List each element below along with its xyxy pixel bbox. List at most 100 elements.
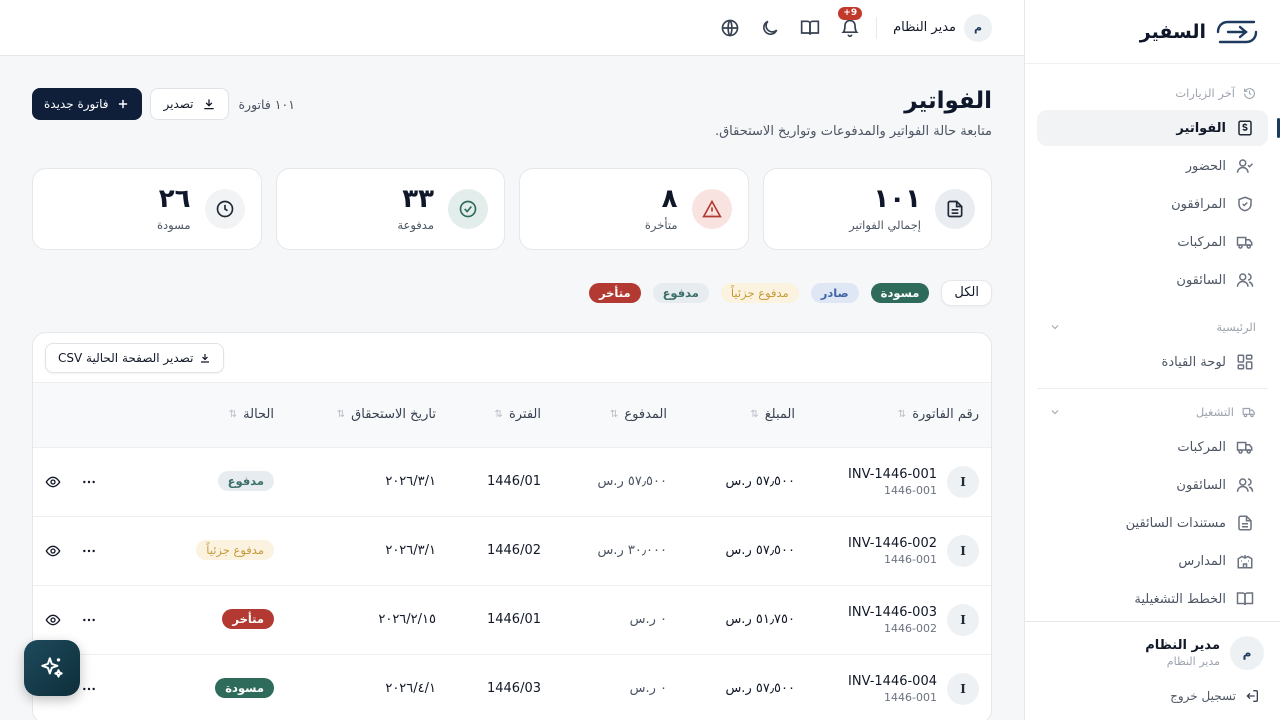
invoice-paid: ٣٠٫٠٠٠ ر.س [597,543,667,558]
invoice-period: 1446/02 [486,543,541,558]
filter-all[interactable]: الكل [941,280,992,306]
column-header-status[interactable]: الحالة ⇅ [168,383,286,447]
column-header-actions [33,383,168,447]
current-user[interactable]: م مدير النظام مدير النظام [1041,636,1264,670]
page-subtitle: متابعة حالة الفواتير والمدفوعات وتواريخ … [714,124,992,139]
invoice-avatar: I [947,672,979,705]
stat-total: ١٠١ إجمالي الفواتير [762,168,992,250]
table-row[interactable]: I INV-1446-001 1446-001 ٥٧٫٥٠٠ ر.س ٥٧٫٥٠٠ … [33,447,991,516]
notification-count-badge: 9+ [838,6,863,20]
more-icon[interactable] [81,681,97,697]
more-icon[interactable] [81,474,97,490]
stats-row: ١٠١ إجمالي الفواتير ٨ متأخرة ٣٣ مدفوعة ٢… [32,168,992,250]
export-csv-button[interactable]: تصدير الصفحة الحالية CSV [45,342,225,373]
invoice-sub: 1446-001 [884,483,937,497]
column-header-paid[interactable]: المدفوع ⇅ [553,383,679,447]
stat-draft: ٢٦ مسودة [32,168,262,250]
topbar-user-menu[interactable]: م مدير النظام [893,13,992,42]
stat-overdue: ٨ متأخرة [519,168,749,250]
invoices-table: رقم الفاتورة ⇅ المبلغ ⇅ المدفوع ⇅ الفترة ⇅ ت… [33,383,991,720]
sparkles-icon [39,655,65,681]
filter-late[interactable]: متأخر [588,283,641,303]
invoice-amount: ٥٧٫٥٠٠ ر.س [725,543,795,558]
user-check-icon [1236,157,1254,175]
recent-group-label: آخر الزيارات [1037,78,1268,108]
sidebar-item-vehicles-recent[interactable]: المركبات [1037,224,1268,260]
warning-icon [691,189,732,229]
clock-icon [204,189,245,229]
status-badge: متأخر [222,609,274,629]
invoice-number[interactable]: INV-1446-003 [848,605,937,620]
sidebar-item-driver-documents[interactable]: مستندات السائقين [1037,505,1268,541]
logout-icon [1244,688,1260,704]
invoice-number[interactable]: INV-1446-004 [848,674,937,689]
guide-button[interactable] [800,18,820,38]
invoice-sub: 1446-001 [884,552,937,566]
table-row[interactable]: I INV-1446-002 1446-001 ٥٧٫٥٠٠ ر.س ٣٠٫٠٠٠ … [33,516,991,585]
truck-icon [1236,438,1254,456]
download-icon [202,97,216,111]
sort-icon: ⇅ [750,409,759,421]
sort-icon: ⇅ [336,409,346,421]
sidebar-item-dashboard[interactable]: لوحة القيادة [1037,344,1268,380]
main-content: الفواتير متابعة حالة الفواتير والمدفوعات… [0,56,1024,720]
table-row[interactable]: I INV-1446-004 1446-001 ٥٧٫٥٠٠ ر.س ٠ ر.س 1… [33,654,991,720]
sidebar-item-escorts[interactable]: المرافقون [1037,186,1268,222]
column-header-invoice[interactable]: رقم الفاتورة ⇅ [807,383,991,447]
school-icon [1236,552,1254,570]
invoice-number[interactable]: INV-1446-002 [848,536,937,551]
stat-value: ٣٣ [402,184,434,214]
notifications-button[interactable]: 9+ [838,6,863,38]
ops-group-label[interactable]: التشغيل [1037,397,1268,427]
plus-icon [116,97,130,111]
invoice-period: 1446/03 [486,681,541,697]
more-icon[interactable] [81,612,97,628]
invoice-paid: ٠ ر.س [629,612,667,627]
invoice-number[interactable]: INV-1446-001 [848,467,937,482]
ai-assistant-button[interactable] [24,640,80,696]
more-icon[interactable] [81,543,97,559]
sort-icon: ⇅ [610,409,619,421]
invoice-amount: ٥٧٫٥٠٠ ر.س [725,474,795,489]
main-group-label[interactable]: الرئيسية [1037,312,1268,342]
theme-toggle-button[interactable] [760,18,780,38]
user-name: مدير النظام [893,20,956,35]
sidebar-item-schools[interactable]: المدارس [1037,543,1268,579]
sort-icon: ⇅ [897,409,907,421]
column-header-period[interactable]: الفترة ⇅ [448,383,553,447]
sidebar-item-operational-plans[interactable]: الخطط التشغيلية [1037,581,1268,617]
column-header-due-date[interactable]: تاريخ الاستحقاق ⇅ [286,383,448,447]
view-icon[interactable] [45,612,61,628]
filter-partial[interactable]: مدفوع جزئياً [720,283,799,303]
column-header-amount[interactable]: المبلغ ⇅ [679,383,807,447]
export-button[interactable]: تصدير [150,88,229,120]
new-invoice-button[interactable]: فاتورة جديدة [32,88,143,120]
avatar: م [964,13,992,42]
sidebar-item-drivers-recent[interactable]: السائقون [1037,262,1268,298]
language-button[interactable] [720,18,740,38]
sidebar-item-drivers[interactable]: السائقون [1037,467,1268,503]
truck-icon [1242,405,1256,419]
filter-paid[interactable]: مدفوع [652,283,709,303]
view-icon[interactable] [45,474,61,490]
sidebar-item-vehicles[interactable]: المركبات [1037,429,1268,465]
table-row[interactable]: I INV-1446-003 1446-002 ٥١٫٧٥٠ ر.س ٠ ر.س 1… [33,585,991,654]
view-icon[interactable] [45,543,61,559]
sidebar-item-invoices[interactable]: الفواتير [1037,110,1280,146]
sidebar-item-attendance[interactable]: الحضور [1037,148,1268,184]
brand[interactable]: السفير [1025,0,1280,64]
stat-value: ٨ [661,184,678,214]
sort-icon: ⇅ [494,409,503,421]
header-actions: فاتورة جديدة تصدير ١٠١ فاتورة [32,88,295,120]
invoice-amount: ٥١٫٧٥٠ ر.س [725,612,795,627]
moon-icon [763,20,778,35]
stat-value: ٢٦ [158,184,191,214]
stat-value: ١٠١ [873,184,921,214]
invoice-period: 1446/01 [486,612,541,627]
document-icon [1236,514,1254,532]
logout-button[interactable]: تسجيل خروج [1041,688,1264,704]
filter-issued[interactable]: صادر [810,283,859,303]
filter-draft[interactable]: مسودة [870,283,930,303]
divider [1037,388,1268,389]
invoice-due-date: ٢٠٢٦/٢/١٥ [378,612,436,627]
